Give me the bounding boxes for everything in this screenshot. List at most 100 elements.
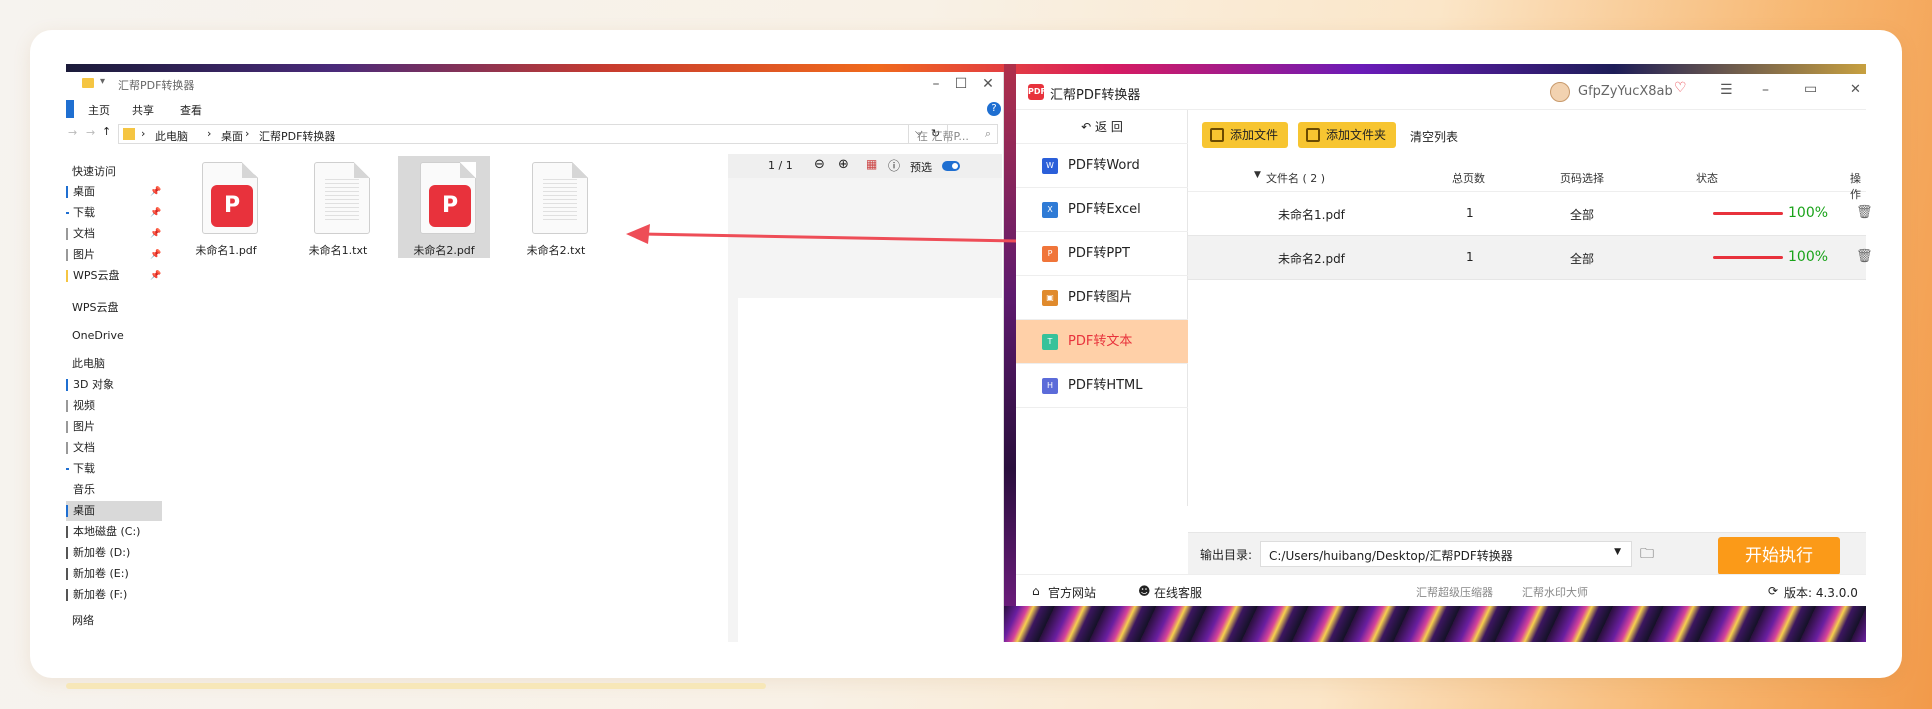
pin-icon: 📌 bbox=[150, 271, 162, 281]
file-item-pdf-2[interactable]: P 未命名2.pdf bbox=[398, 156, 490, 258]
sidebar-item-pdf-to-html[interactable]: H PDF转HTML bbox=[1016, 364, 1188, 408]
nav-item-documents-pc[interactable]: 文档 bbox=[66, 438, 162, 458]
nav-item-downloads-pc[interactable]: 下载 bbox=[66, 459, 162, 479]
table-row[interactable]: 未命名1.pdf 1 全部 100% 🗑 bbox=[1188, 192, 1873, 236]
table-row[interactable]: 未命名2.pdf 1 全部 100% 🗑 bbox=[1188, 236, 1873, 280]
nav-item-drive-d[interactable]: 新加卷 (D:) bbox=[66, 543, 162, 563]
explorer-title-bar: ▾ 汇帮PDF转换器 – ☐ ✕ bbox=[66, 72, 1004, 96]
back-arrow-icon[interactable]: → bbox=[68, 126, 77, 139]
nav-label: 本地磁盘 (C:) bbox=[73, 525, 141, 538]
nav-item-3d[interactable]: 3D 对象 bbox=[66, 375, 162, 395]
file-name: 未命名1.pdf bbox=[195, 244, 257, 257]
chevron-down-icon[interactable]: ▾ bbox=[100, 76, 105, 87]
row-page-range[interactable]: 全部 bbox=[1570, 250, 1594, 267]
sidebar-item-pdf-to-text[interactable]: T PDF转文本 bbox=[1016, 320, 1188, 364]
output-dir-select[interactable]: C:/Users/huibang/Desktop/汇帮PDF转换器 ▼ bbox=[1260, 541, 1632, 567]
video-icon bbox=[66, 400, 68, 412]
nav-item-pictures[interactable]: 图片 📌 bbox=[66, 245, 162, 265]
file-tab[interactable] bbox=[66, 100, 74, 118]
undo-icon: ↶ bbox=[1081, 120, 1096, 134]
username[interactable]: GfpZyYucX8ab bbox=[1578, 84, 1673, 99]
breadcrumb-this-pc[interactable]: 此电脑 bbox=[155, 128, 188, 144]
help-icon[interactable]: ? bbox=[987, 102, 1001, 116]
zoom-out-icon[interactable]: ⊖ bbox=[814, 157, 825, 172]
nav-wps-cloud[interactable]: WPS云盘 bbox=[66, 298, 162, 318]
nav-item-wps-cloud[interactable]: WPS云盘 📌 bbox=[66, 266, 162, 286]
start-button[interactable]: 开始执行 bbox=[1718, 537, 1840, 575]
picture-icon bbox=[66, 421, 68, 433]
file-name: 未命名2.txt bbox=[526, 244, 586, 257]
compressor-link[interactable]: 汇帮超级压缩器 bbox=[1416, 584, 1493, 600]
row-file-name: 未命名1.pdf bbox=[1278, 208, 1345, 222]
back-button[interactable]: ↶ 返 回 bbox=[1016, 110, 1188, 144]
nav-label: 新加卷 (D:) bbox=[73, 546, 131, 559]
row-page-range[interactable]: 全部 bbox=[1570, 206, 1594, 223]
nav-item-drive-e[interactable]: 新加卷 (E:) bbox=[66, 564, 162, 584]
search-input[interactable]: 在 汇帮P... ⌕ bbox=[908, 124, 998, 144]
sort-down-icon[interactable]: ▼ bbox=[1254, 170, 1261, 180]
nav-item-videos[interactable]: 视频 bbox=[66, 396, 162, 416]
html-icon: H bbox=[1042, 378, 1058, 394]
tab-home[interactable]: 主页 bbox=[88, 102, 110, 118]
nav-network[interactable]: 网络 bbox=[66, 611, 162, 631]
maximize-icon[interactable]: ▭ bbox=[1804, 81, 1817, 97]
breadcrumb-desktop[interactable]: 桌面 bbox=[221, 128, 243, 144]
sidebar-item-pdf-to-excel[interactable]: X PDF转Excel bbox=[1016, 188, 1188, 232]
output-bar: 输出目录: C:/Users/huibang/Desktop/汇帮PDF转换器 … bbox=[1188, 532, 1866, 575]
nav-item-pictures-pc[interactable]: 图片 bbox=[66, 417, 162, 437]
forward-arrow-icon[interactable]: → bbox=[86, 126, 95, 139]
avatar[interactable] bbox=[1550, 82, 1570, 102]
close-icon[interactable]: ✕ bbox=[1850, 82, 1861, 97]
up-arrow-icon[interactable]: ↑ bbox=[102, 125, 111, 138]
official-site-link[interactable]: 官方网站 bbox=[1048, 584, 1096, 601]
cloud-icon bbox=[66, 270, 68, 282]
clear-list-button[interactable]: 清空列表 bbox=[1410, 128, 1458, 145]
nav-item-documents[interactable]: 文档 📌 bbox=[66, 224, 162, 244]
nav-item-drive-f[interactable]: 新加卷 (F:) bbox=[66, 585, 162, 605]
nav-this-pc[interactable]: 此电脑 bbox=[66, 354, 162, 374]
cube-icon bbox=[66, 379, 68, 391]
file-name: 未命名2.pdf bbox=[413, 244, 475, 257]
add-file-button[interactable]: 添加文件 bbox=[1202, 122, 1289, 148]
folder-icon bbox=[66, 186, 68, 198]
close-icon[interactable]: ✕ bbox=[978, 76, 998, 92]
watermark-link[interactable]: 汇帮水印大师 bbox=[1522, 584, 1588, 600]
file-item-txt-1[interactable]: 未命名1.txt bbox=[292, 156, 384, 258]
nav-item-music[interactable]: 音乐 bbox=[66, 480, 162, 500]
app-title-bar: PDF 汇帮PDF转换器 GfpZyYucX8ab ♡ ☰ – ▭ ✕ bbox=[1016, 74, 1866, 110]
tab-view[interactable]: 查看 bbox=[180, 102, 202, 118]
nav-item-desktop-pc[interactable]: 桌面 bbox=[66, 501, 162, 521]
folder-open-icon[interactable]: 🗀 bbox=[1640, 543, 1654, 567]
refresh-icon[interactable]: ⟳ bbox=[1768, 584, 1778, 598]
add-folder-button[interactable]: 添加文件夹 bbox=[1298, 122, 1397, 148]
column-name[interactable]: 文件名 ( 2 ) bbox=[1266, 170, 1325, 186]
sidebar-item-pdf-to-ppt[interactable]: P PDF转PPT bbox=[1016, 232, 1188, 276]
nav-onedrive[interactable]: OneDrive bbox=[66, 326, 162, 346]
breadcrumb-folder[interactable]: 汇帮PDF转换器 bbox=[259, 128, 335, 144]
grid-icon[interactable]: ▦ bbox=[866, 157, 877, 171]
sidebar-item-pdf-to-word[interactable]: W PDF转Word bbox=[1016, 144, 1188, 188]
nav-item-downloads[interactable]: 下载 📌 bbox=[66, 203, 162, 223]
version-label: 版本: 4.3.0.0 bbox=[1784, 586, 1858, 600]
question-icon[interactable]: ⓘ bbox=[888, 157, 900, 174]
maximize-icon[interactable]: ☐ bbox=[951, 76, 971, 92]
preview-toggle[interactable] bbox=[942, 161, 960, 171]
sidebar-item-pdf-to-image[interactable]: ▣ PDF转图片 bbox=[1016, 276, 1188, 320]
nav-item-drive-c[interactable]: 本地磁盘 (C:) bbox=[66, 522, 162, 542]
minimize-icon[interactable]: – bbox=[926, 76, 946, 92]
minimize-icon[interactable]: – bbox=[1762, 82, 1769, 98]
online-service-link[interactable]: 在线客服 bbox=[1154, 584, 1202, 601]
file-item-txt-2[interactable]: 未命名2.txt bbox=[510, 156, 602, 258]
drive-icon bbox=[66, 568, 68, 580]
address-box[interactable]: › 此电脑 › 桌面 › 汇帮PDF转换器 ⌵ ↻ bbox=[118, 124, 948, 144]
tab-share[interactable]: 共享 bbox=[132, 102, 154, 118]
trash-icon[interactable]: 🗑 bbox=[1856, 205, 1873, 220]
add-file-icon bbox=[1210, 128, 1224, 142]
file-item-pdf-1[interactable]: P 未命名1.pdf bbox=[180, 156, 272, 258]
pin-icon: 📌 bbox=[150, 229, 162, 239]
nav-quick-access[interactable]: 快速访问 bbox=[66, 162, 162, 182]
zoom-in-icon[interactable]: ⊕ bbox=[838, 157, 849, 172]
nav-item-desktop[interactable]: 桌面 📌 bbox=[66, 182, 162, 202]
menu-icon[interactable]: ☰ bbox=[1720, 82, 1733, 98]
trash-icon[interactable]: 🗑 bbox=[1856, 249, 1873, 264]
